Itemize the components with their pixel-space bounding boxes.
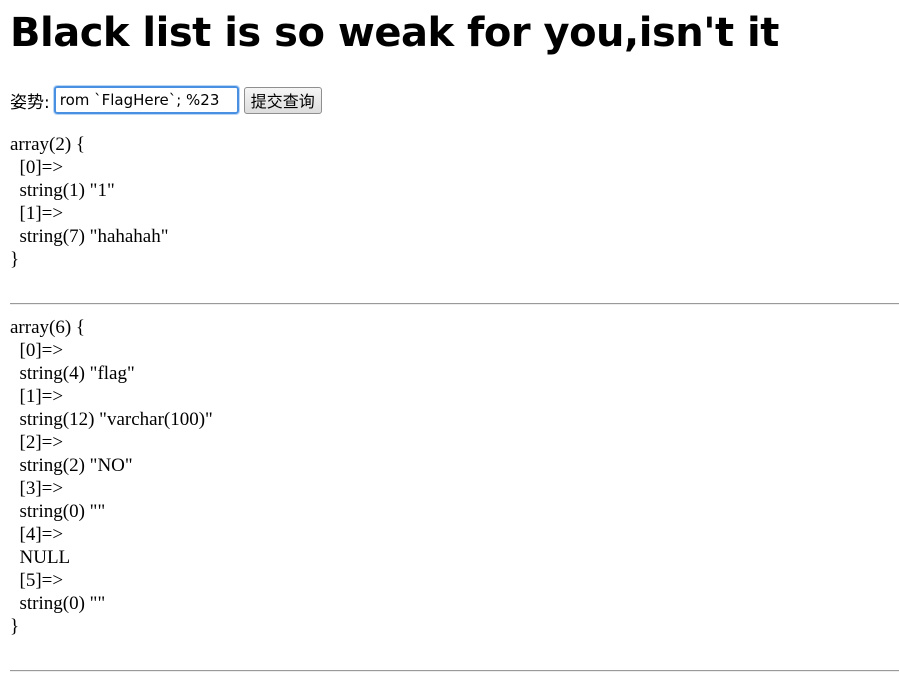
submit-query-button[interactable]: 提交查询 [243,86,322,114]
divider [10,670,899,672]
divider [10,303,899,305]
query-input[interactable] [52,85,240,115]
query-label: 姿势: [10,92,50,113]
result-dump-2: array(6) { [0]=> string(4) "flag" [1]=> … [10,317,213,637]
page-title: Black list is so weak for you,isn't it [10,10,779,56]
result-dump-1: array(2) { [0]=> string(1) "1" [1]=> str… [10,134,169,270]
query-form: 姿势: 提交查询 [10,85,322,115]
